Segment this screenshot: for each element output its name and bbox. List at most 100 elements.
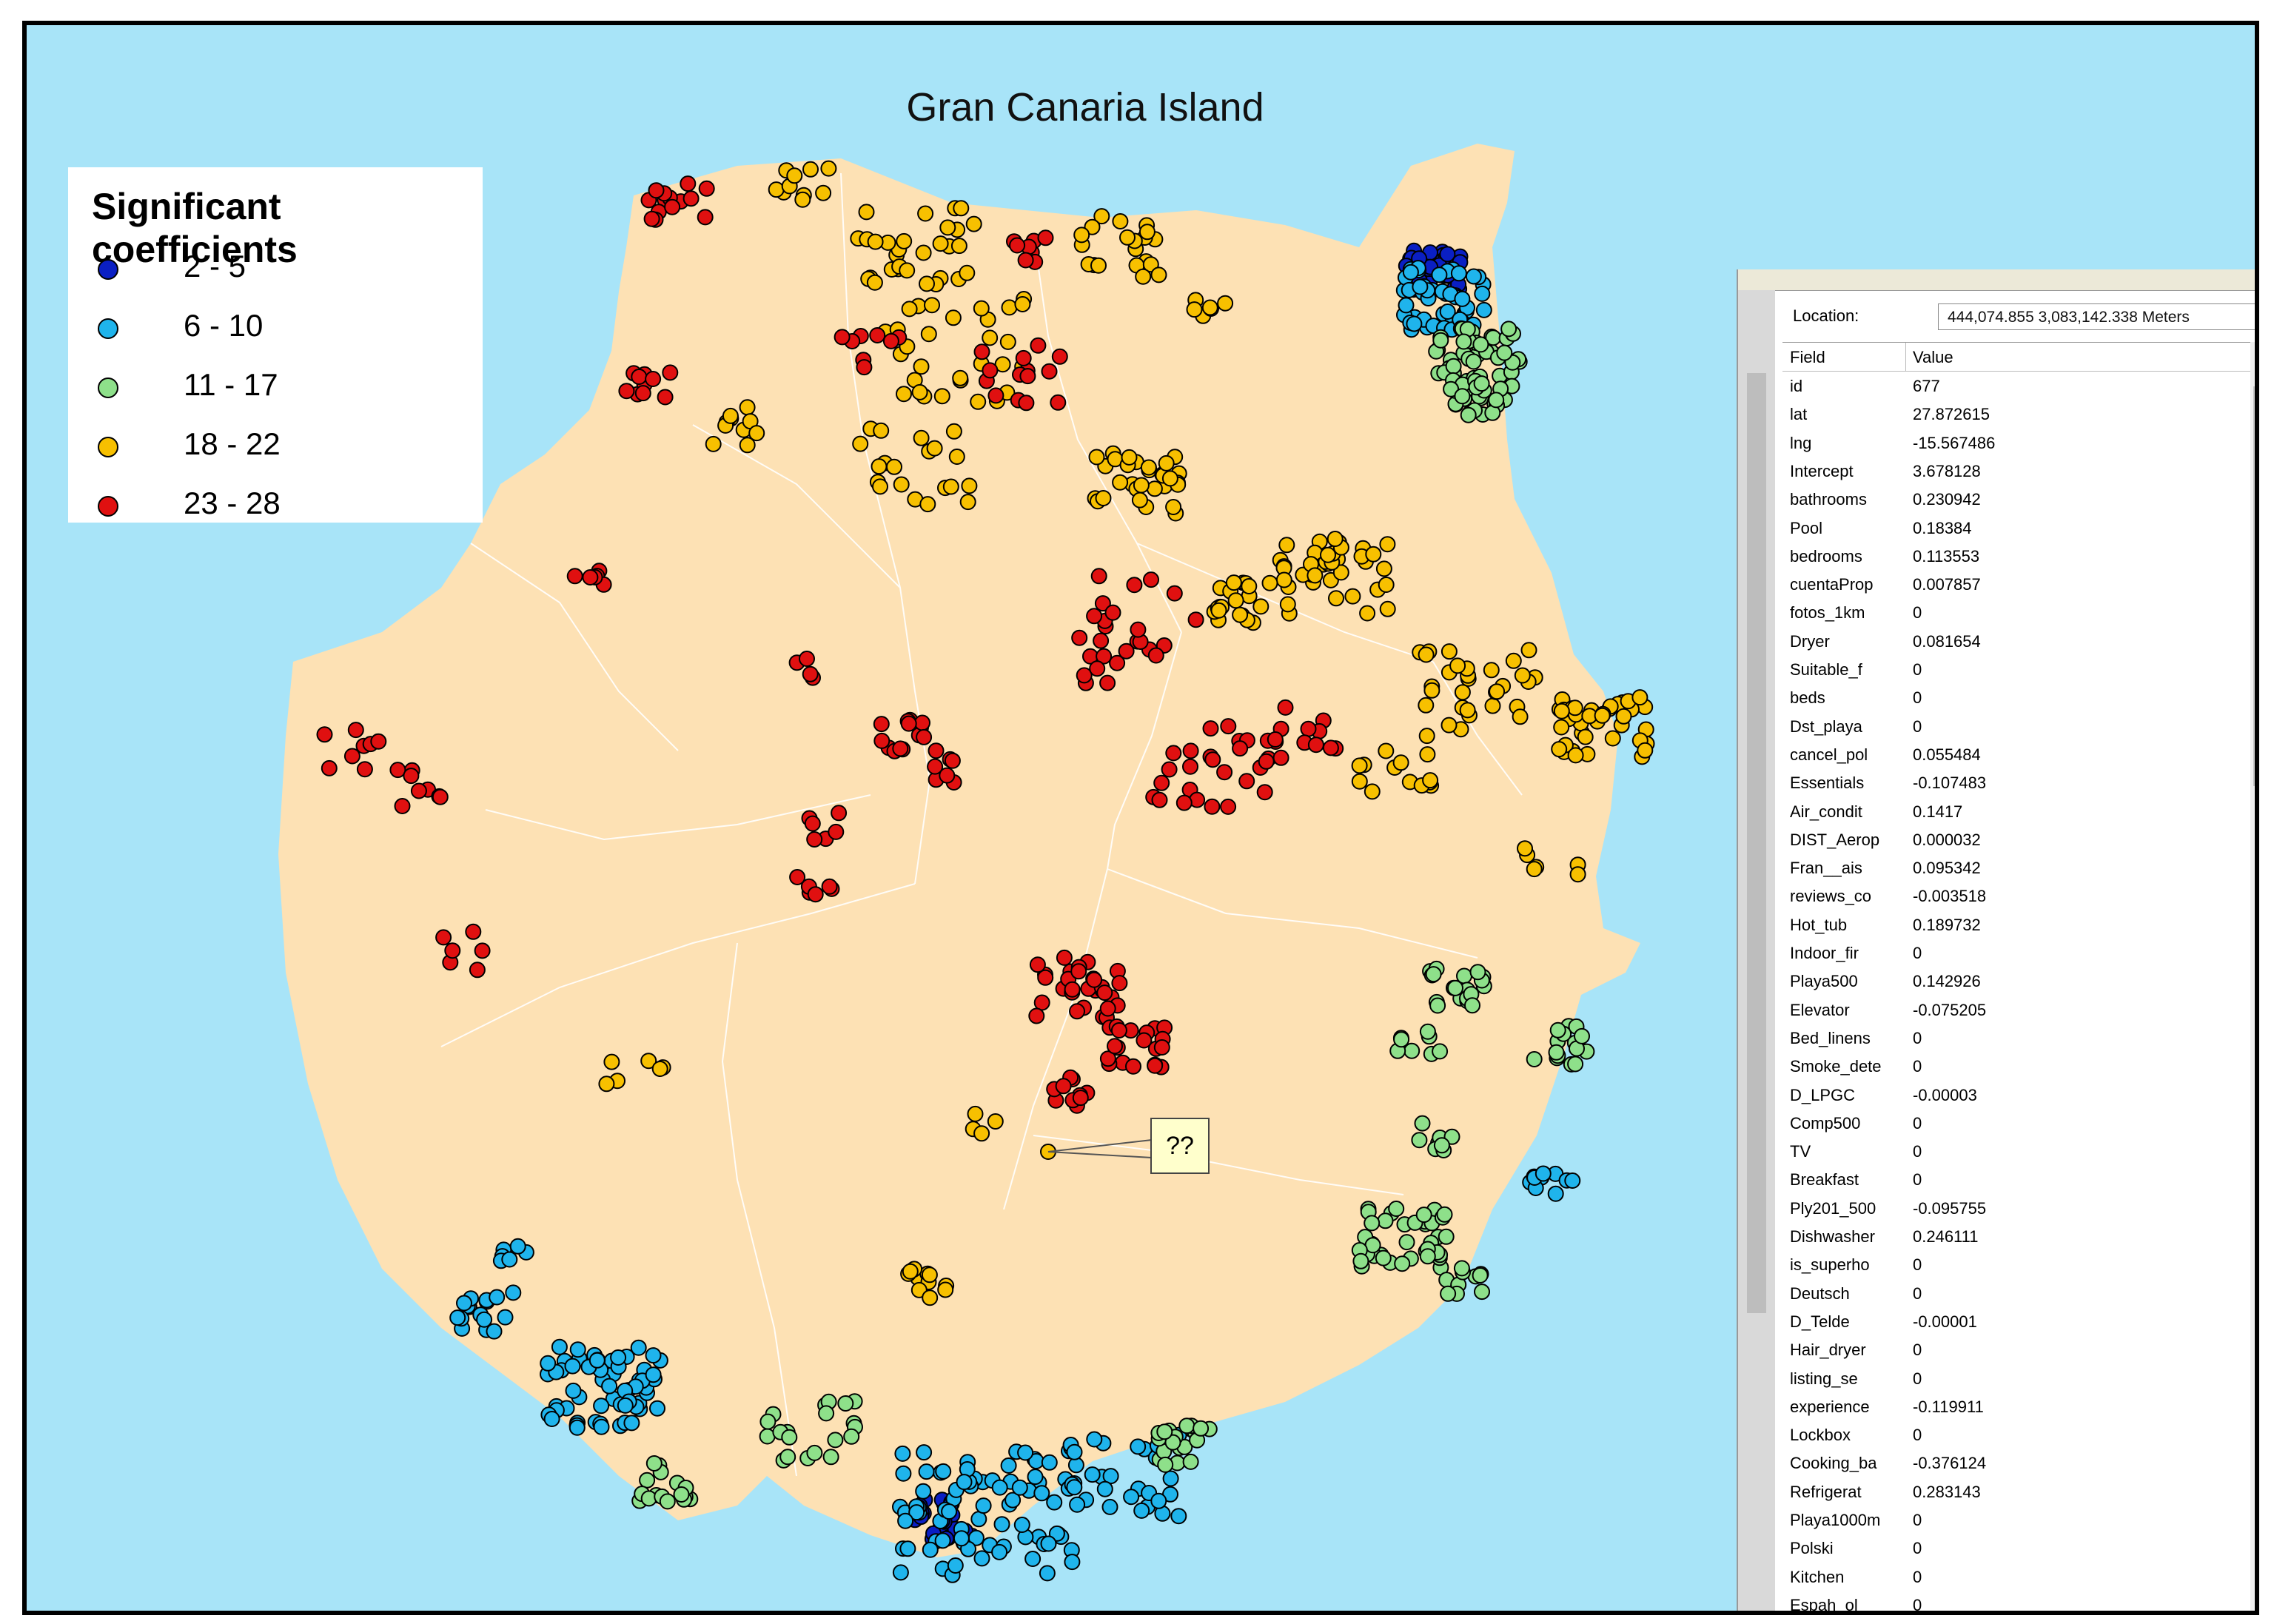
table-row[interactable]: Refrigerat 0.283143 <box>1782 1478 2250 1506</box>
listing-point[interactable] <box>948 449 965 465</box>
table-row[interactable]: Deutsch 0 <box>1782 1280 2250 1308</box>
listing-point[interactable] <box>645 371 662 387</box>
location-field[interactable]: 444,074.855 3,083,142.338 Meters <box>1938 303 2255 330</box>
listing-point[interactable] <box>759 1413 777 1430</box>
panel-left-scrollbar[interactable] <box>1738 290 1775 1611</box>
listing-point[interactable] <box>1549 1021 1566 1039</box>
listing-point[interactable] <box>1069 1496 1086 1513</box>
table-row[interactable]: Espah_ol 0 <box>1782 1591 2250 1611</box>
listing-point[interactable] <box>1553 702 1570 719</box>
listing-point[interactable] <box>806 831 823 848</box>
table-row[interactable]: Intercept 3.678128 <box>1782 457 2250 486</box>
listing-point[interactable] <box>802 665 819 682</box>
listing-point[interactable] <box>915 1483 932 1500</box>
table-row[interactable]: bathrooms 0.230942 <box>1782 486 2250 514</box>
scroll-up-icon[interactable]: ^ <box>2253 345 2255 367</box>
listing-point[interactable] <box>987 1113 1004 1130</box>
listing-point[interactable] <box>1126 577 1143 594</box>
listing-point[interactable] <box>1469 964 1486 981</box>
listing-point[interactable] <box>347 722 364 739</box>
listing-point[interactable] <box>394 798 411 814</box>
listing-point[interactable] <box>1514 667 1531 684</box>
listing-point[interactable] <box>894 1445 911 1462</box>
listing-point[interactable] <box>1099 674 1116 691</box>
column-divider[interactable] <box>1905 343 1906 371</box>
listing-point[interactable] <box>892 740 909 757</box>
listing-point[interactable] <box>895 1465 912 1482</box>
listing-point[interactable] <box>1300 720 1317 737</box>
listing-point[interactable] <box>1090 257 1107 274</box>
listing-point[interactable] <box>999 333 1016 350</box>
listing-point[interactable] <box>1275 571 1292 588</box>
listing-point[interactable] <box>893 476 910 493</box>
listing-point[interactable] <box>1440 717 1458 734</box>
listing-point[interactable] <box>1069 1003 1085 1020</box>
table-row[interactable]: Indoor_fir 0 <box>1782 939 2250 967</box>
listing-point[interactable] <box>1520 642 1537 659</box>
table-row[interactable]: Hair_dryer 0 <box>1782 1336 2250 1364</box>
listing-point[interactable] <box>959 494 976 511</box>
listing-point[interactable] <box>582 569 599 585</box>
listing-point[interactable] <box>1415 1207 1432 1224</box>
listing-point[interactable] <box>991 1479 1008 1496</box>
listing-point[interactable] <box>1566 699 1583 717</box>
listing-point[interactable] <box>1112 474 1129 491</box>
listing-point[interactable] <box>649 1400 665 1417</box>
table-row[interactable]: Bed_linens 0 <box>1782 1024 2250 1053</box>
listing-point[interactable] <box>1419 1248 1436 1265</box>
listing-point[interactable] <box>1110 1022 1127 1039</box>
listing-point[interactable] <box>822 1449 839 1466</box>
listing-point[interactable] <box>1123 1489 1140 1506</box>
listing-point[interactable] <box>1365 546 1382 563</box>
listing-point[interactable] <box>1388 1201 1405 1217</box>
listing-point[interactable] <box>1454 290 1471 307</box>
table-row[interactable]: experience -0.119911 <box>1782 1393 2250 1421</box>
scrollbar-thumb[interactable] <box>1747 373 1766 1313</box>
listing-point[interactable] <box>645 1347 662 1364</box>
listing-point[interactable] <box>1261 574 1278 591</box>
listing-point[interactable] <box>1445 358 1462 375</box>
listing-point[interactable] <box>799 651 815 667</box>
listing-point[interactable] <box>1604 730 1621 747</box>
listing-point[interactable] <box>659 1493 676 1510</box>
listing-point[interactable] <box>551 1338 568 1355</box>
listing-point[interactable] <box>1028 1007 1045 1024</box>
listing-point[interactable] <box>856 359 873 376</box>
listing-point[interactable] <box>1086 1431 1103 1448</box>
listing-point[interactable] <box>568 1419 586 1436</box>
listing-point[interactable] <box>1227 592 1244 609</box>
table-row[interactable]: beds 0 <box>1782 684 2250 712</box>
listing-point[interactable] <box>1150 266 1167 283</box>
listing-point[interactable] <box>444 942 461 959</box>
listing-point[interactable] <box>623 1415 640 1432</box>
listing-point[interactable] <box>939 219 956 236</box>
listing-point[interactable] <box>950 238 967 255</box>
table-row[interactable]: id 677 <box>1782 372 2250 400</box>
listing-point[interactable] <box>827 1432 844 1449</box>
listing-point[interactable] <box>1577 728 1594 745</box>
listing-point[interactable] <box>566 568 583 585</box>
listing-point[interactable] <box>1378 577 1395 593</box>
listing-point[interactable] <box>899 262 916 279</box>
listing-point[interactable] <box>953 1530 970 1547</box>
listing-point[interactable] <box>1033 994 1050 1011</box>
listing-point[interactable] <box>927 758 944 775</box>
listing-point[interactable] <box>1256 784 1273 801</box>
listing-point[interactable] <box>1133 477 1150 494</box>
listing-point[interactable] <box>1161 470 1178 487</box>
listing-point[interactable] <box>920 326 937 343</box>
listing-point[interactable] <box>564 1358 581 1375</box>
listing-point[interactable] <box>806 1444 823 1461</box>
listing-point[interactable] <box>1066 1479 1083 1496</box>
listing-point[interactable] <box>1024 1551 1042 1567</box>
listing-point[interactable] <box>1637 742 1654 759</box>
listing-point[interactable] <box>410 782 427 799</box>
listing-point[interactable] <box>1170 1508 1187 1525</box>
table-row[interactable]: bedrooms 0.113553 <box>1782 543 2250 571</box>
listing-point[interactable] <box>941 1503 958 1520</box>
listing-point[interactable] <box>1165 499 1182 515</box>
listing-point[interactable] <box>1398 1234 1415 1251</box>
listing-point[interactable] <box>1158 454 1175 472</box>
panel-scrollbar[interactable]: ^ <box>2250 342 2255 1611</box>
listing-point[interactable] <box>834 329 851 346</box>
